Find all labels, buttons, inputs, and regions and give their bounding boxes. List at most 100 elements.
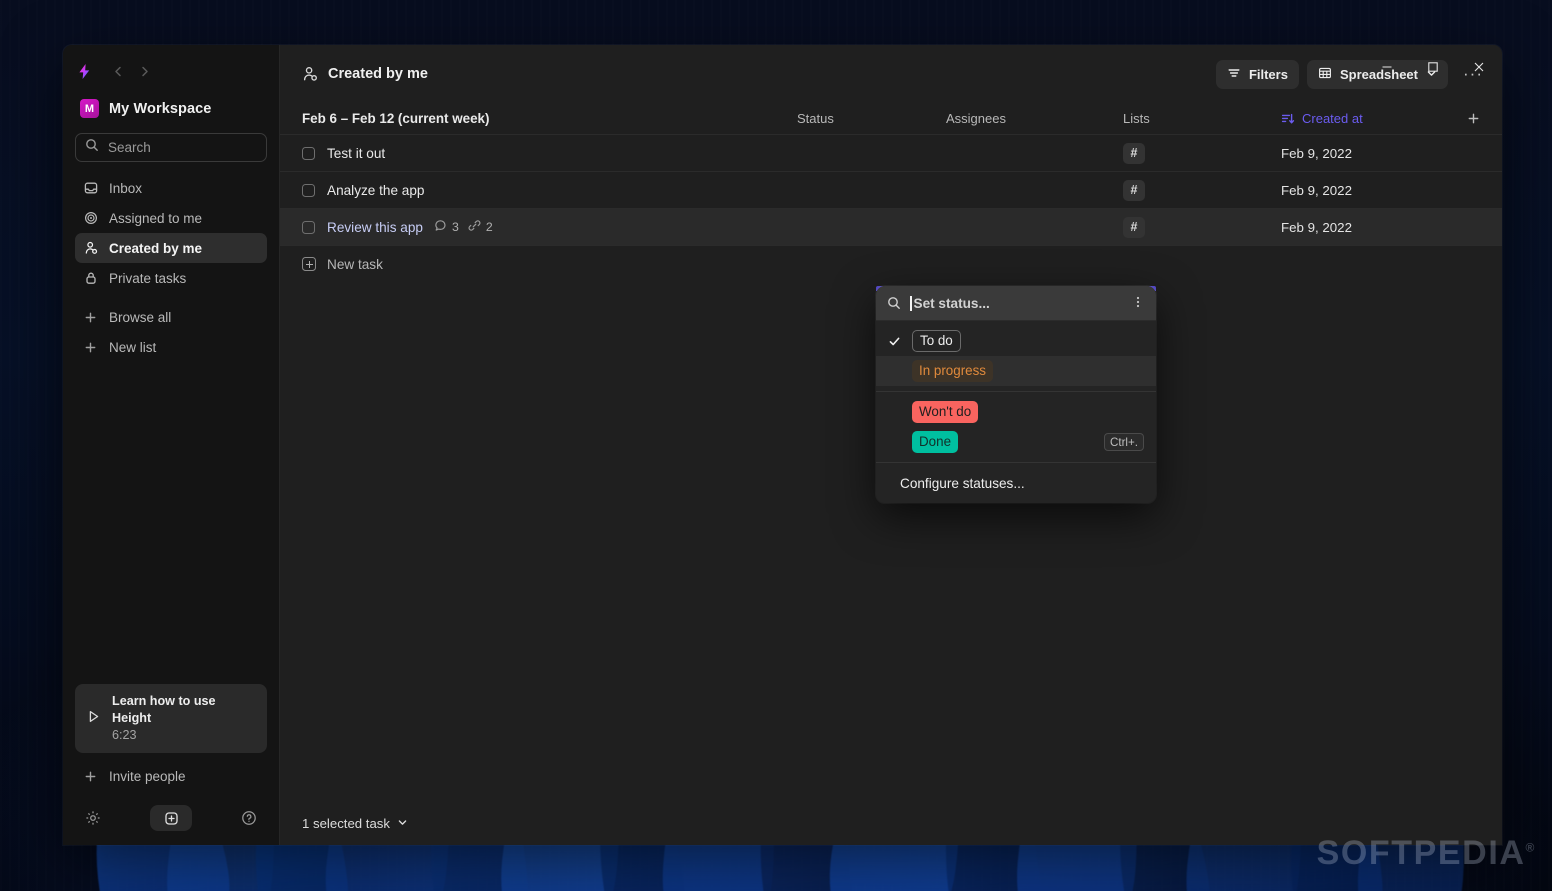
status-group-open: To do In progress (876, 321, 1156, 391)
sidebar-item-assigned-to-me[interactable]: Assigned to me (75, 203, 267, 233)
page-title: Created by me (302, 66, 428, 82)
status-dropdown: Set status... To do In progress Won't do (876, 286, 1156, 503)
add-column-button[interactable] (1460, 112, 1486, 125)
search-icon (887, 296, 901, 310)
table-column-header: Feb 6 – Feb 12 (current week) Status Ass… (280, 103, 1502, 134)
workspace-switcher[interactable]: M My Workspace (75, 87, 267, 131)
new-task-boxed-icon[interactable] (150, 805, 192, 831)
row-created-cell: Feb 9, 2022 (1281, 146, 1460, 161)
link-chain-icon (468, 219, 481, 235)
invite-people-label: Invite people (109, 768, 186, 784)
spreadsheet-icon (1318, 66, 1332, 83)
row-created-cell: Feb 9, 2022 (1281, 183, 1460, 198)
row-lists-cell[interactable]: # (1123, 142, 1281, 164)
sidebar-item-private-tasks[interactable]: Private tasks (75, 263, 267, 293)
status-option-wont-do[interactable]: Won't do (876, 397, 1156, 427)
plus-icon (83, 310, 98, 325)
column-created-at[interactable]: Created at (1281, 111, 1460, 126)
column-status[interactable]: Status (797, 111, 946, 126)
learn-card-text: Learn how to use Height 6:23 (112, 693, 256, 744)
search-input[interactable]: Search (75, 133, 267, 162)
status-pill: Won't do (912, 401, 979, 423)
sidebar-top: M My Workspace Search (63, 45, 279, 173)
comment-count: 3 (434, 219, 459, 235)
status-option-done[interactable]: Done Ctrl+. (876, 427, 1156, 457)
new-task-row[interactable]: New task (280, 245, 1502, 282)
created-date: Feb 9, 2022 (1281, 145, 1352, 161)
sidebar-item-created-by-me[interactable]: Created by me (75, 233, 267, 263)
learn-card[interactable]: Learn how to use Height 6:23 (75, 684, 267, 753)
close-icon[interactable] (1456, 45, 1502, 89)
table-row[interactable]: Review this app 3 2 # Feb 9, 2022 (280, 208, 1502, 245)
workspace-name: My Workspace (109, 100, 212, 117)
row-created-cell: Feb 9, 2022 (1281, 220, 1460, 235)
sort-descending-icon (1281, 112, 1295, 126)
search-icon (85, 138, 99, 157)
table-row[interactable]: Analyze the app # Feb 9, 2022 (280, 171, 1502, 208)
status-search-placeholder: Set status... (913, 295, 990, 311)
watermark-text: SOFTPEDIA (1316, 834, 1526, 872)
sidebar-item-new-list[interactable]: New list (75, 332, 267, 362)
status-pill: Done (912, 431, 959, 453)
status-pill: In progress (912, 360, 993, 382)
list-badge: # (1123, 216, 1145, 238)
group-range: Feb 6 – Feb 12 (302, 111, 395, 126)
height-logo-icon (75, 62, 94, 81)
play-icon (86, 709, 101, 729)
link-count-value: 2 (485, 220, 493, 234)
more-vertical-icon[interactable] (1131, 295, 1145, 311)
configure-statuses-option[interactable]: Configure statuses... (876, 468, 1156, 498)
person-gear-icon (83, 241, 98, 256)
status-option-in-progress[interactable]: In progress (876, 356, 1156, 386)
task-checkbox[interactable] (302, 183, 315, 197)
row-title-cell: Analyze the app (302, 183, 797, 198)
page-title-label: Created by me (328, 66, 428, 82)
sidebar-item-inbox[interactable]: Inbox (75, 173, 267, 203)
check-icon (888, 335, 912, 348)
watermark-mark: ® (1525, 840, 1536, 855)
main-header: Created by me Filters Spreadsheet ··· (280, 45, 1502, 103)
chevron-left-icon[interactable] (107, 60, 129, 82)
sidebar-item-label: Private tasks (109, 270, 187, 286)
settings-gear-icon[interactable] (85, 810, 101, 826)
created-date: Feb 9, 2022 (1281, 182, 1352, 198)
filters-label: Filters (1248, 66, 1288, 82)
chevron-right-icon[interactable] (133, 60, 155, 82)
task-name: Test it out (327, 145, 386, 161)
row-title-cell: Test it out (302, 146, 797, 161)
row-lists-cell[interactable]: # (1123, 216, 1281, 238)
group-sub: (current week) (397, 111, 490, 126)
search-placeholder: Search (108, 140, 151, 155)
help-circle-icon[interactable] (241, 810, 257, 826)
row-lists-cell[interactable]: # (1123, 179, 1281, 201)
comment-count-value: 3 (451, 220, 459, 234)
status-option-to-do[interactable]: To do (876, 326, 1156, 356)
window-controls (1364, 45, 1502, 89)
table-row[interactable]: Test it out # Feb 9, 2022 (280, 134, 1502, 171)
new-task-label: New task (327, 256, 383, 272)
minimize-icon[interactable] (1364, 45, 1410, 89)
learn-card-title: Learn how to use Height (112, 694, 216, 725)
invite-people-button[interactable]: Invite people (75, 761, 267, 791)
sidebar-item-browse-all[interactable]: Browse all (75, 302, 267, 332)
status-search-input[interactable]: Set status... (876, 286, 1156, 321)
task-table: Feb 6 – Feb 12 (current week) Status Ass… (280, 103, 1502, 282)
sidebar-action-label: New list (109, 339, 157, 355)
lock-icon (83, 271, 98, 286)
inbox-icon (83, 181, 98, 196)
task-checkbox[interactable] (302, 146, 315, 160)
configure-statuses-label: Configure statuses... (900, 475, 1025, 491)
plus-icon (83, 340, 98, 355)
app-window: M My Workspace Search Inbox Assigned to … (63, 45, 1502, 845)
column-lists[interactable]: Lists (1123, 111, 1281, 126)
column-assignees[interactable]: Assignees (946, 111, 1123, 126)
sidebar-nav: Inbox Assigned to me Created by me Priva… (63, 173, 279, 362)
maximize-icon[interactable] (1410, 45, 1456, 89)
sidebar-item-label: Assigned to me (109, 210, 203, 226)
selected-task-count[interactable]: 1 selected task (294, 812, 416, 835)
list-badge: # (1123, 142, 1145, 164)
task-checkbox[interactable] (302, 220, 315, 234)
filters-button[interactable]: Filters (1215, 59, 1299, 89)
